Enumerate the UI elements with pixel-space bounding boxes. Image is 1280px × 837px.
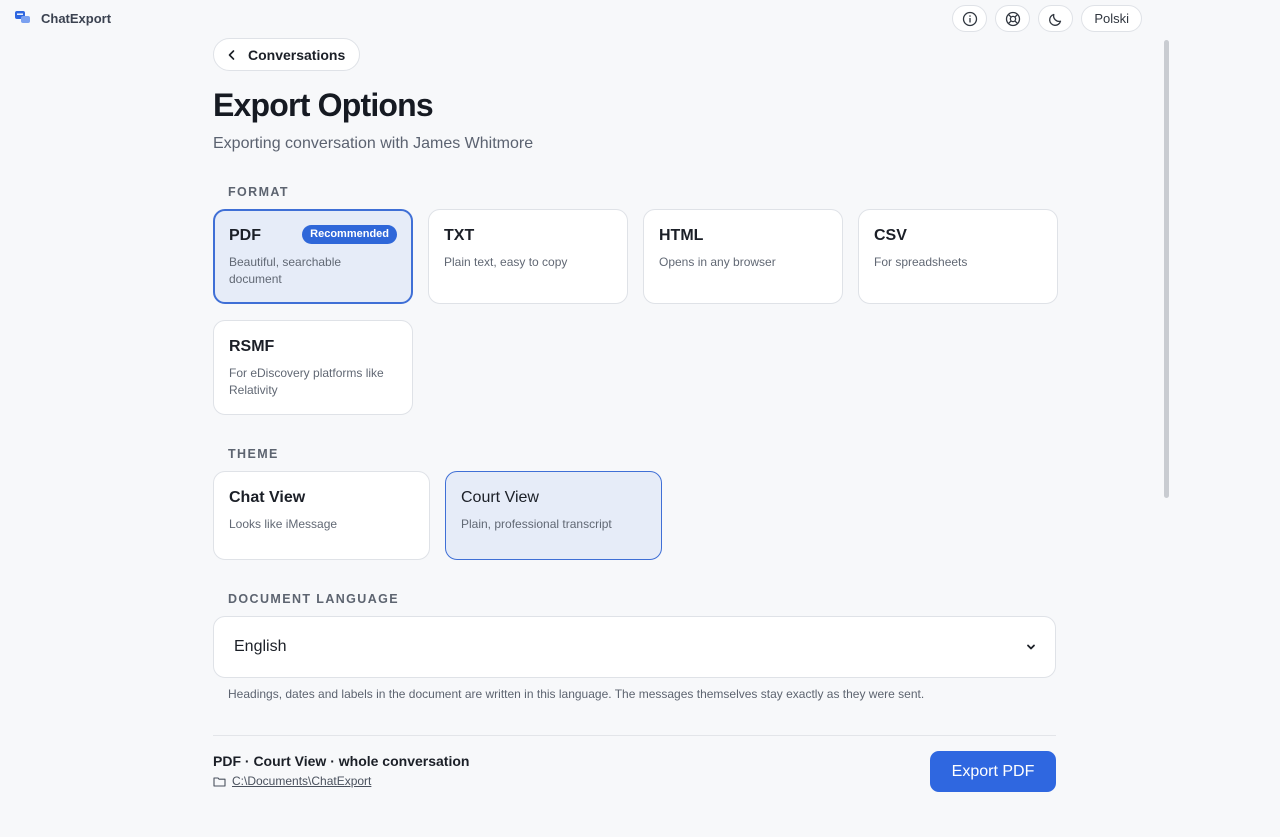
app-title: ChatExport — [41, 10, 112, 26]
theme-toggle-button[interactable] — [1038, 5, 1074, 32]
export-button[interactable]: Export PDF — [930, 751, 1056, 792]
format-option-desc: Plain text, easy to copy — [444, 255, 568, 269]
theme-options: Chat View Looks like iMessage Court View… — [213, 471, 1056, 560]
ui-language-button[interactable]: Polski — [1081, 5, 1142, 32]
chat-logo-icon — [15, 11, 30, 23]
info-icon — [962, 11, 977, 26]
theme-option-court-view[interactable]: Court View Plain, professional transcrip… — [445, 471, 662, 560]
page-subtitle: Exporting conversation with James Whitmo… — [213, 135, 534, 152]
format-option-title: RSMF — [229, 338, 275, 355]
format-section-label: FORMAT — [228, 185, 289, 199]
folder-icon — [213, 776, 226, 787]
theme-option-chat-view[interactable]: Chat View Looks like iMessage — [213, 471, 430, 560]
format-option-title: TXT — [444, 227, 475, 244]
selected-language: English — [234, 638, 287, 655]
output-path-row: C:\Documents\ChatExport — [213, 774, 469, 788]
export-summary: PDF · Court View · whole conversation — [213, 753, 470, 769]
top-actions: Polski — [952, 5, 1142, 32]
recommended-badge: Recommended — [302, 225, 397, 244]
page-title: Export Options — [213, 87, 434, 123]
format-option-desc: For eDiscovery platforms like Relativity — [229, 366, 384, 397]
format-option-desc: Opens in any browser — [659, 255, 776, 269]
language-help-text: Headings, dates and labels in the docume… — [228, 687, 925, 701]
format-option-desc: For spreadsheets — [874, 255, 968, 269]
footer-divider — [213, 735, 1056, 736]
theme-option-desc: Plain, professional transcript — [461, 517, 612, 531]
language-section-label: DOCUMENT LANGUAGE — [228, 592, 400, 606]
format-option-title: HTML — [659, 227, 704, 244]
format-option-desc: Beautiful, searchable document — [229, 255, 342, 286]
format-options: PDF Recommended Beautiful, searchable do… — [213, 209, 1058, 415]
app-logo: ChatExport — [14, 10, 111, 26]
export-summary-block: PDF · Court View · whole conversation C:… — [213, 751, 469, 788]
moon-icon — [1048, 13, 1061, 26]
scrollbar[interactable] — [1164, 40, 1169, 498]
back-label: Conversations — [248, 46, 346, 63]
chevron-down-icon — [1027, 644, 1035, 650]
format-option-title: CSV — [874, 227, 907, 244]
format-option-html[interactable]: HTML Opens in any browser — [643, 209, 843, 304]
info-button[interactable] — [952, 5, 988, 32]
format-option-rsmf[interactable]: RSMF For eDiscovery platforms like Relat… — [213, 320, 413, 415]
theme-option-title: Chat View — [229, 489, 306, 506]
back-to-conversations-button[interactable]: Conversations — [213, 38, 361, 71]
format-option-txt[interactable]: TXT Plain text, easy to copy — [428, 209, 628, 304]
output-path-link[interactable]: C:\Documents\ChatExport — [232, 774, 371, 788]
theme-section-label: THEME — [228, 447, 279, 461]
format-option-csv[interactable]: CSV For spreadsheets — [858, 209, 1058, 304]
format-option-pdf[interactable]: PDF Recommended Beautiful, searchable do… — [213, 209, 413, 304]
document-language-select[interactable]: English — [213, 616, 1056, 678]
chevron-left-icon — [228, 49, 235, 60]
theme-option-desc: Looks like iMessage — [229, 517, 338, 531]
export-footer: PDF · Court View · whole conversation C:… — [213, 751, 1056, 792]
main-content: Conversations Export Options Exporting c… — [213, 38, 1058, 792]
help-button[interactable] — [995, 5, 1031, 32]
help-icon — [1005, 11, 1020, 26]
theme-option-title: Court View — [461, 489, 539, 506]
